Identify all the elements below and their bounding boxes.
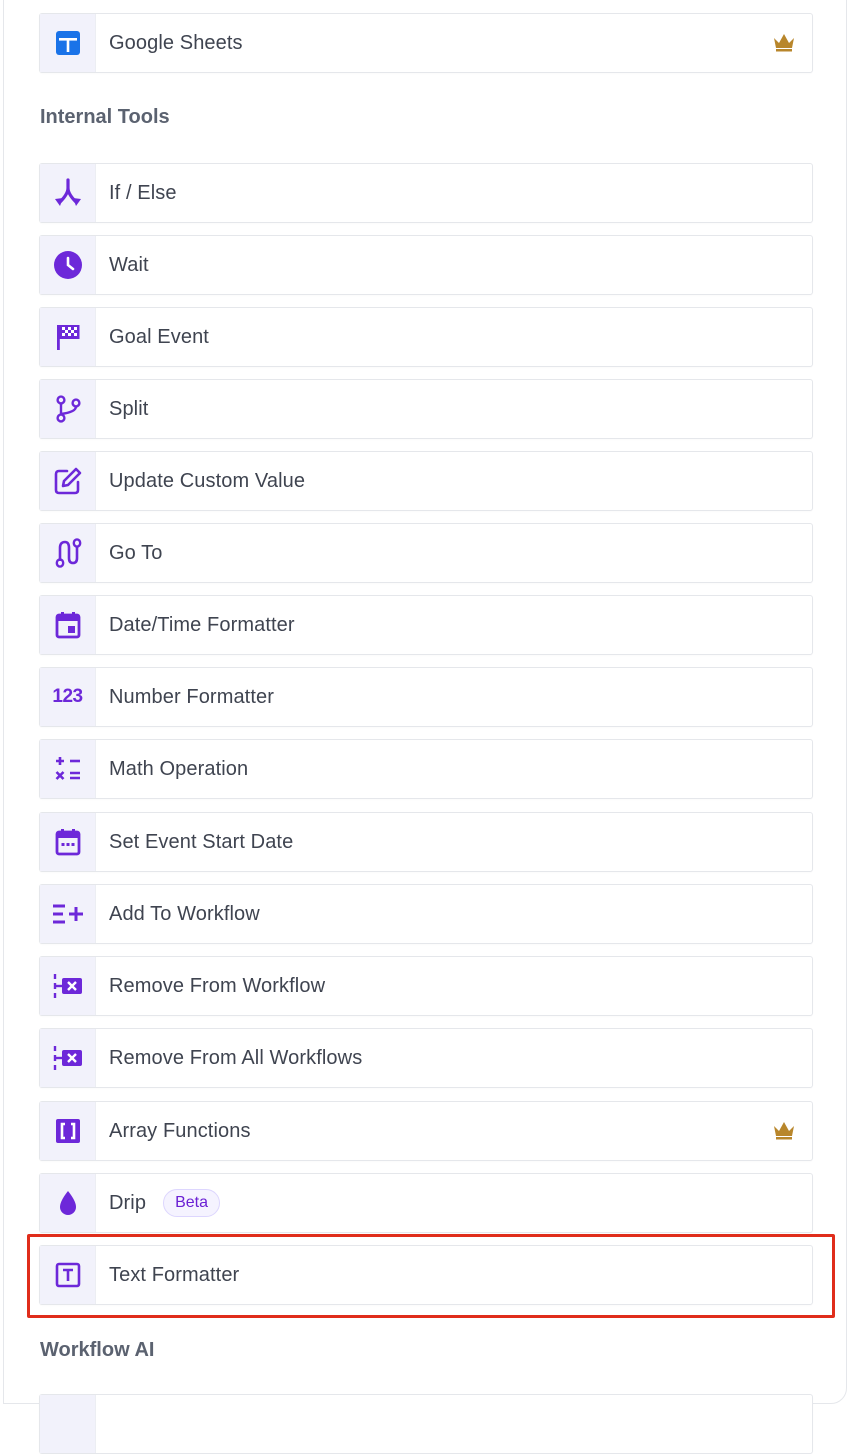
action-drip[interactable]: Drip Beta: [39, 1173, 813, 1233]
action-label: Drip: [109, 1191, 147, 1214]
calendar-icon: [55, 612, 80, 639]
action-google-sheets[interactable]: Google Sheets: [39, 13, 813, 73]
action-label: Goal Event: [109, 325, 209, 348]
action-workflow-ai-item[interactable]: [39, 1394, 813, 1454]
action-label: Date/Time Formatter: [109, 613, 295, 636]
action-label: Split: [109, 397, 149, 420]
action-label: Math Operation: [109, 757, 249, 780]
action-label: Update Custom Value: [109, 469, 306, 492]
action-number-formatter[interactable]: 123 Number Formatter: [39, 667, 813, 727]
action-remove-from-workflow[interactable]: Remove From Workflow: [39, 956, 813, 1016]
action-label: Wait: [109, 253, 149, 276]
action-go-to[interactable]: Go To: [39, 523, 813, 583]
action-wait[interactable]: Wait: [39, 235, 813, 295]
action-label: Add To Workflow: [109, 902, 260, 925]
remove-flow-icon: [53, 974, 82, 998]
git-branch-icon: [55, 395, 81, 423]
calculate-icon: [55, 757, 80, 780]
action-label: Remove From Workflow: [109, 974, 326, 997]
brackets-icon: [55, 1119, 80, 1143]
remove-flow-icon: [53, 1046, 82, 1070]
action-add-to-workflow[interactable]: Add To Workflow: [39, 884, 813, 944]
highlight-box: [27, 1234, 835, 1318]
playlist-add-icon: [52, 904, 83, 924]
action-math-operation[interactable]: Math Operation: [39, 739, 813, 799]
action-label: Remove From All Workflows: [109, 1046, 363, 1069]
action-if-else[interactable]: If / Else: [39, 163, 813, 223]
crown-icon: [774, 34, 794, 52]
section-title-internal-tools: Internal Tools: [40, 106, 170, 128]
action-label: Google Sheets: [109, 31, 243, 54]
action-set-event-start-date[interactable]: Set Event Start Date: [39, 812, 813, 872]
branch-icon: [54, 178, 81, 206]
action-label: Set Event Start Date: [109, 830, 294, 853]
edit-square-icon: [54, 467, 81, 495]
section-title-workflow-ai: Workflow AI: [40, 1339, 155, 1361]
action-label: Array Functions: [109, 1119, 251, 1142]
action-split[interactable]: Split: [39, 379, 813, 439]
numbers-123-icon: 123: [52, 686, 83, 707]
action-label: Go To: [109, 541, 163, 564]
drop-icon: [59, 1191, 76, 1215]
beta-badge: Beta: [163, 1189, 220, 1217]
action-label: Number Formatter: [109, 685, 274, 708]
calendar-dots-icon: [55, 829, 80, 856]
action-array-functions[interactable]: Array Functions: [39, 1101, 813, 1161]
action-update-custom-value[interactable]: Update Custom Value: [39, 451, 813, 511]
action-date-time-formatter[interactable]: Date/Time Formatter: [39, 595, 813, 655]
action-remove-from-all-workflows[interactable]: Remove From All Workflows: [39, 1028, 813, 1088]
crown-icon: [774, 1122, 794, 1140]
action-goal-event[interactable]: Goal Event: [39, 307, 813, 367]
route-icon: [55, 538, 81, 568]
checkered-flag-icon: [56, 325, 79, 350]
action-label: If / Else: [109, 181, 177, 204]
clock-icon: [53, 251, 82, 279]
google-sheets-icon: [55, 31, 80, 55]
